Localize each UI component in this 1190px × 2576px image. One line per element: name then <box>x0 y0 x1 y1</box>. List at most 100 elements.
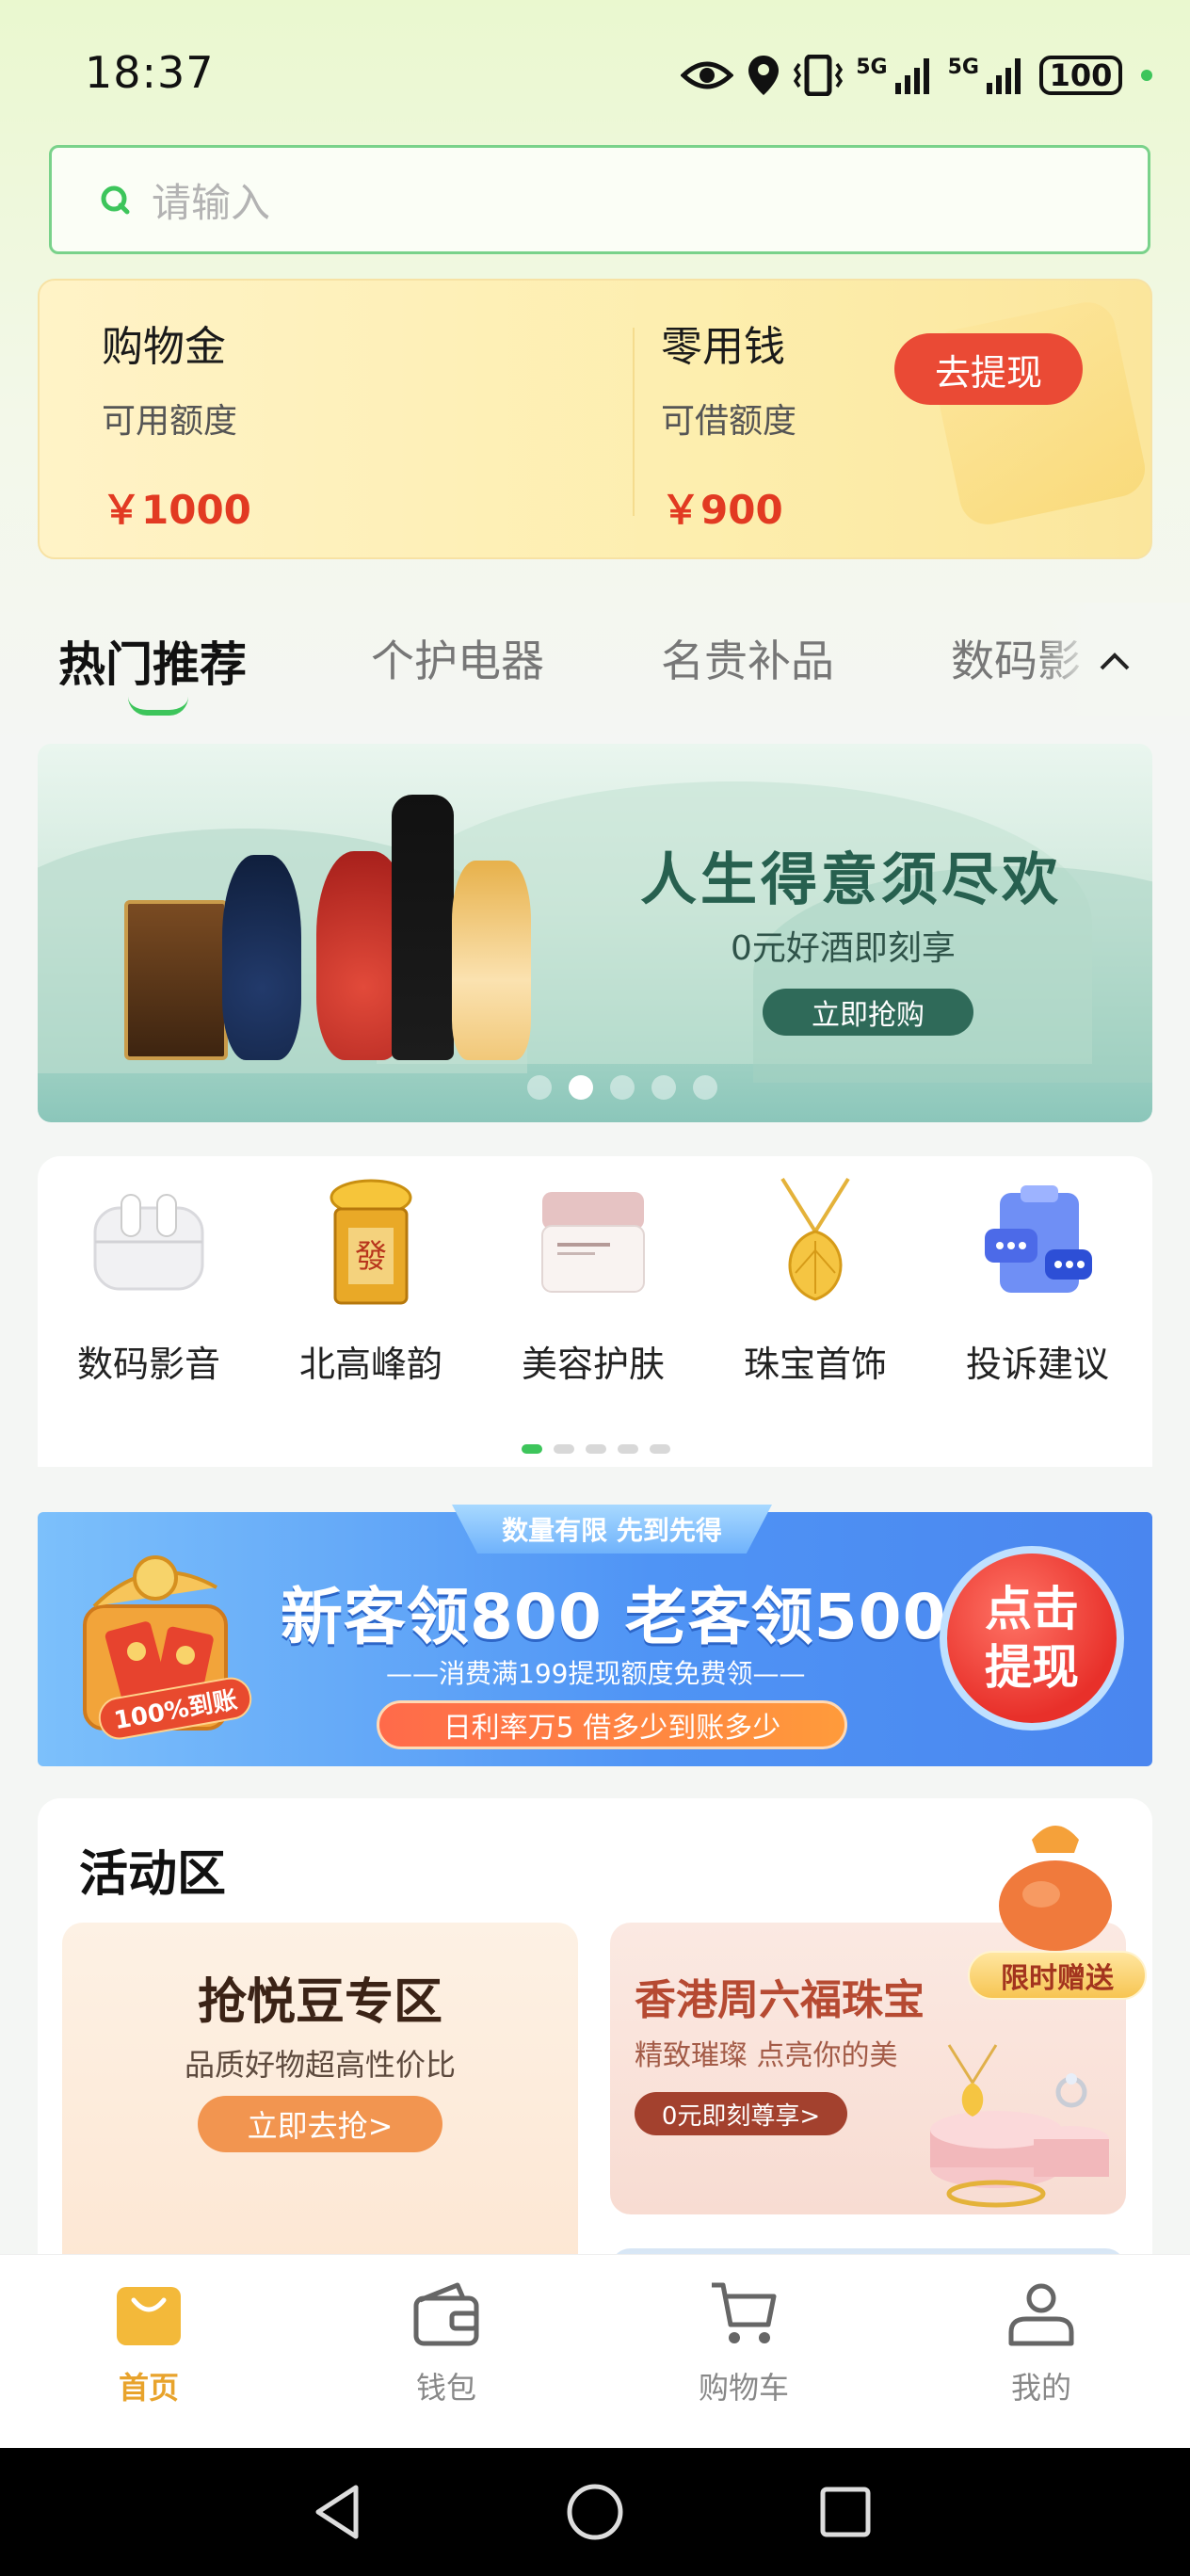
category-label: 美容护肤 <box>521 1344 665 1385</box>
tab-tonics[interactable]: 名贵补品 <box>661 627 834 689</box>
cream-jar-icon <box>527 1175 659 1307</box>
bottom-navigation: 首页 钱包 购物车 我的 <box>0 2254 1190 2448</box>
grab-now-button[interactable]: 立即去抢> <box>198 2096 442 2152</box>
promo-title: 新客领800 老客领500 <box>281 1581 947 1653</box>
status-icons: 5G 5G 100 <box>681 49 1152 102</box>
chevron-up-icon[interactable] <box>1096 642 1134 680</box>
shopping-credit-subtitle: 可用额度 <box>102 402 238 441</box>
network-type-1: 5G <box>856 55 888 79</box>
category-tabs: 热门推荐 个护电器 名贵补品 数码影 <box>0 603 1190 716</box>
banner-dot[interactable] <box>610 1075 635 1100</box>
shopping-credit[interactable]: 购物金 可用额度 ￥1000 <box>102 313 251 536</box>
activity-card-beans[interactable]: 抢悦豆专区 品质好物超高性价比 立即去抢> <box>62 1923 578 2299</box>
svg-text:發: 發 <box>355 1238 387 1276</box>
hero-banner[interactable]: 人生得意须尽欢 0元好酒即刻享 立即抢购 <box>38 744 1152 1122</box>
status-time: 18:37 <box>85 47 215 98</box>
shopping-credit-title: 购物金 <box>102 323 226 371</box>
category-dot <box>586 1444 606 1454</box>
liquor-box-image <box>124 900 228 1060</box>
wallet-decoration-icon <box>925 297 1150 530</box>
banner-dot[interactable] <box>693 1075 717 1100</box>
activity-card-title: 香港周六福珠宝 <box>635 1976 925 2024</box>
credit-divider <box>633 328 635 516</box>
banner-dot[interactable] <box>651 1075 676 1100</box>
nav-profile[interactable]: 我的 <box>892 2255 1190 2448</box>
nav-wallet[interactable]: 钱包 <box>298 2255 595 2448</box>
gold-ingot-icon: 發 <box>305 1175 437 1307</box>
cart-icon <box>712 2282 777 2343</box>
promo-banner[interactable]: 数量有限 先到先得 100%到账 新客领800 老客领500 ——消费满199提… <box>38 1505 1152 1766</box>
category-grid: 数码影音 發 北高峰韵 美容护肤 珠宝首饰 投诉建议 <box>38 1156 1152 1467</box>
profile-icon <box>1008 2283 1074 2346</box>
banner-dot[interactable] <box>527 1075 552 1100</box>
back-icon[interactable] <box>309 2482 369 2542</box>
shopping-credit-amount: ￥1000 <box>102 487 251 533</box>
liquor-bottle-gold-image <box>452 861 531 1060</box>
category-beauty[interactable]: 美容护肤 <box>499 1175 687 1387</box>
banner-buy-button[interactable]: 立即抢购 <box>763 989 973 1036</box>
location-icon <box>748 56 780 95</box>
search-icon <box>101 185 130 215</box>
category-pagination <box>522 1444 670 1454</box>
recents-icon[interactable] <box>815 2482 876 2542</box>
promo-withdraw-button[interactable]: 点击提现 <box>940 1546 1124 1731</box>
signal-icon-1 <box>894 58 929 94</box>
category-jewelry[interactable]: 珠宝首饰 <box>721 1175 909 1387</box>
category-label: 北高峰韵 <box>298 1344 442 1385</box>
limited-gift-badge: 限时赠送 <box>968 1951 1147 2000</box>
signal-icon-2 <box>987 58 1021 94</box>
nav-home[interactable]: 首页 <box>0 2255 298 2448</box>
earbuds-icon <box>83 1175 215 1307</box>
nav-cart[interactable]: 购物车 <box>595 2255 892 2448</box>
wallet-icon <box>413 2282 479 2346</box>
category-dot-active <box>522 1444 542 1454</box>
banner-dot-active[interactable] <box>569 1075 593 1100</box>
jewelry-display-icon <box>930 2044 1109 2208</box>
nav-wallet-label: 钱包 <box>415 2370 476 2406</box>
category-dot <box>650 1444 670 1454</box>
banner-pagination <box>527 1075 717 1100</box>
system-navigation-bar <box>0 2448 1190 2576</box>
nav-cart-label: 购物车 <box>698 2370 789 2406</box>
search-input[interactable]: 请输入 <box>49 145 1150 254</box>
credit-card[interactable]: 购物金 可用额度 ￥1000 零用钱 可借额度 ￥900 去提现 <box>38 279 1152 559</box>
eye-icon <box>681 61 734 89</box>
activity-title: 活动区 <box>79 1846 227 1903</box>
promo-subtitle: ——消费满199提现额度免费领—— <box>386 1658 806 1689</box>
withdraw-button[interactable]: 去提现 <box>894 333 1083 405</box>
money-bag-icon <box>999 1826 1112 1951</box>
activity-section: 活动区 抢悦豆专区 品质好物超高性价比 立即去抢> 香港周六福珠宝 精致璀璨 点… <box>38 1798 1152 2305</box>
activity-card-title: 抢悦豆专区 <box>197 1974 442 2031</box>
battery-indicator: 100 <box>1039 56 1122 95</box>
feedback-icon <box>972 1175 1103 1307</box>
pocket-money-amount: ￥900 <box>661 487 783 533</box>
category-beigaofeng[interactable]: 發 北高峰韵 <box>277 1175 465 1387</box>
category-dot <box>618 1444 638 1454</box>
category-label: 珠宝首饰 <box>743 1344 887 1385</box>
pocket-money[interactable]: 零用钱 可借额度 ￥900 <box>661 313 796 536</box>
category-label: 数码影音 <box>76 1344 220 1385</box>
activity-card-subtitle: 品质好物超高性价比 <box>184 2047 456 2083</box>
enjoy-now-button[interactable]: 0元即刻尊享> <box>635 2092 847 2135</box>
banner-subtitle: 0元好酒即刻享 <box>731 929 956 968</box>
banner-title: 人生得意须尽欢 <box>640 847 1062 913</box>
promo-tag: 数量有限 先到先得 <box>452 1505 772 1554</box>
vibrate-icon <box>794 55 844 96</box>
tab-hot-recommend[interactable]: 热门推荐 <box>58 627 247 695</box>
home-bag-icon <box>117 2287 181 2345</box>
status-bar: 18:37 5G 5G 100 <box>0 0 1190 151</box>
category-dot <box>554 1444 574 1454</box>
nav-profile-label: 我的 <box>1010 2370 1071 2406</box>
necklace-icon <box>749 1175 881 1307</box>
category-digital-audio[interactable]: 数码影音 <box>55 1175 243 1387</box>
nav-home-label: 首页 <box>118 2370 179 2406</box>
pocket-money-title: 零用钱 <box>661 323 785 371</box>
tab-personal-care[interactable]: 个护电器 <box>371 627 544 689</box>
wine-bottle-image <box>392 795 454 1060</box>
privacy-dot <box>1141 70 1152 81</box>
category-label: 投诉建议 <box>965 1344 1109 1385</box>
liquor-bottle-blue-image <box>222 855 301 1060</box>
home-circle-icon[interactable] <box>565 2482 625 2542</box>
category-feedback[interactable]: 投诉建议 <box>943 1175 1132 1387</box>
activity-card-subtitle: 精致璀璨 点亮你的美 <box>635 2039 898 2072</box>
